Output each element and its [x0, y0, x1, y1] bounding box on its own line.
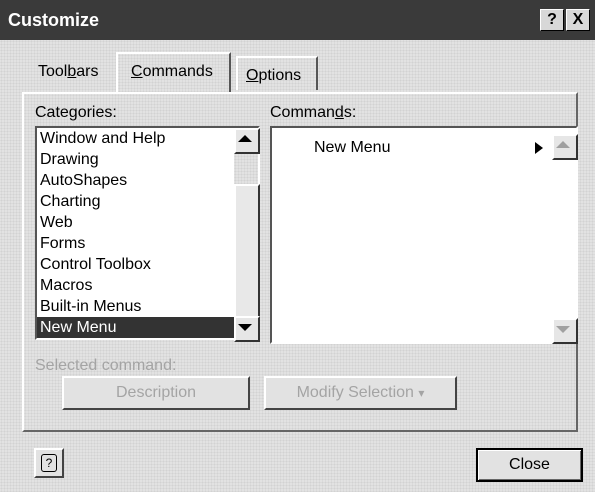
tab-commands-accel: C [131, 63, 143, 80]
list-item[interactable]: AutoShapes [37, 170, 234, 191]
commands-scroll-down-button[interactable] [552, 318, 578, 344]
modify-selection-button[interactable]: Modify Selection ▾ [264, 376, 457, 410]
commands-listbox[interactable]: New Menu [270, 126, 578, 344]
help-icon: ? [41, 454, 57, 472]
tab-toolbars-text-end: ars [76, 63, 99, 80]
categories-label-accel: g [68, 104, 78, 121]
description-button[interactable]: Description [62, 376, 250, 410]
window-title: Customize [8, 10, 100, 30]
commands-scroll-up-button[interactable] [552, 134, 578, 160]
list-item[interactable]: Forms [37, 233, 234, 254]
scroll-down-button[interactable] [234, 316, 260, 342]
categories-list: Window and Help Drawing AutoShapes Chart… [37, 128, 234, 338]
list-item[interactable]: Control Toolbox [37, 254, 234, 275]
modify-selection-label: Modify Selection [296, 384, 414, 401]
selected-command-label: Selected command: [35, 357, 177, 374]
commands-label-text: Comman [270, 104, 335, 121]
list-item[interactable]: Window and Help [37, 128, 234, 149]
tab-options-text-end: ptions [258, 67, 302, 84]
commands-label-text-end: s: [343, 104, 357, 121]
commands-label: Commands: [270, 103, 356, 123]
list-item[interactable]: Built-in Menus [37, 296, 234, 317]
list-item[interactable]: Charting [37, 191, 234, 212]
arrow-up-icon [556, 141, 570, 148]
list-item[interactable]: Drawing [37, 149, 234, 170]
tab-commands[interactable]: Commands [131, 62, 213, 82]
categories-label: Categories: [35, 103, 117, 123]
list-item-selected[interactable]: New Menu [37, 317, 234, 338]
list-item[interactable]: Macros [37, 275, 234, 296]
scroll-thumb[interactable] [234, 184, 260, 318]
categories-label-text: Cate [35, 104, 69, 121]
close-button[interactable]: Close [476, 448, 583, 482]
scroll-up-button[interactable] [234, 128, 260, 154]
tab-options-accel: O [246, 67, 259, 84]
close-window-button[interactable]: X [566, 9, 590, 31]
dropdown-arrow-icon: ▾ [418, 386, 425, 400]
submenu-arrow-icon [535, 142, 543, 154]
tab-toolbars[interactable]: Toolbars [38, 62, 99, 82]
tab-options[interactable]: Options [246, 66, 301, 86]
list-item[interactable]: New Menu [314, 138, 390, 158]
list-item[interactable]: Web [37, 212, 234, 233]
categories-listbox[interactable]: Window and Help Drawing AutoShapes Chart… [35, 126, 260, 342]
categories-label-text-end: ories: [77, 104, 117, 121]
commands-list [272, 128, 548, 342]
help-icon-button[interactable]: ? [34, 448, 64, 478]
arrow-up-icon [238, 135, 252, 142]
tab-toolbars-text: Tool [38, 63, 68, 80]
tab-toolbars-accel: b [67, 63, 77, 80]
arrow-down-icon [556, 326, 570, 333]
commands-label-accel: d [334, 104, 344, 121]
help-button[interactable]: ? [540, 9, 564, 31]
tab-commands-text-end: ommands [142, 63, 213, 80]
arrow-down-icon [238, 324, 252, 331]
